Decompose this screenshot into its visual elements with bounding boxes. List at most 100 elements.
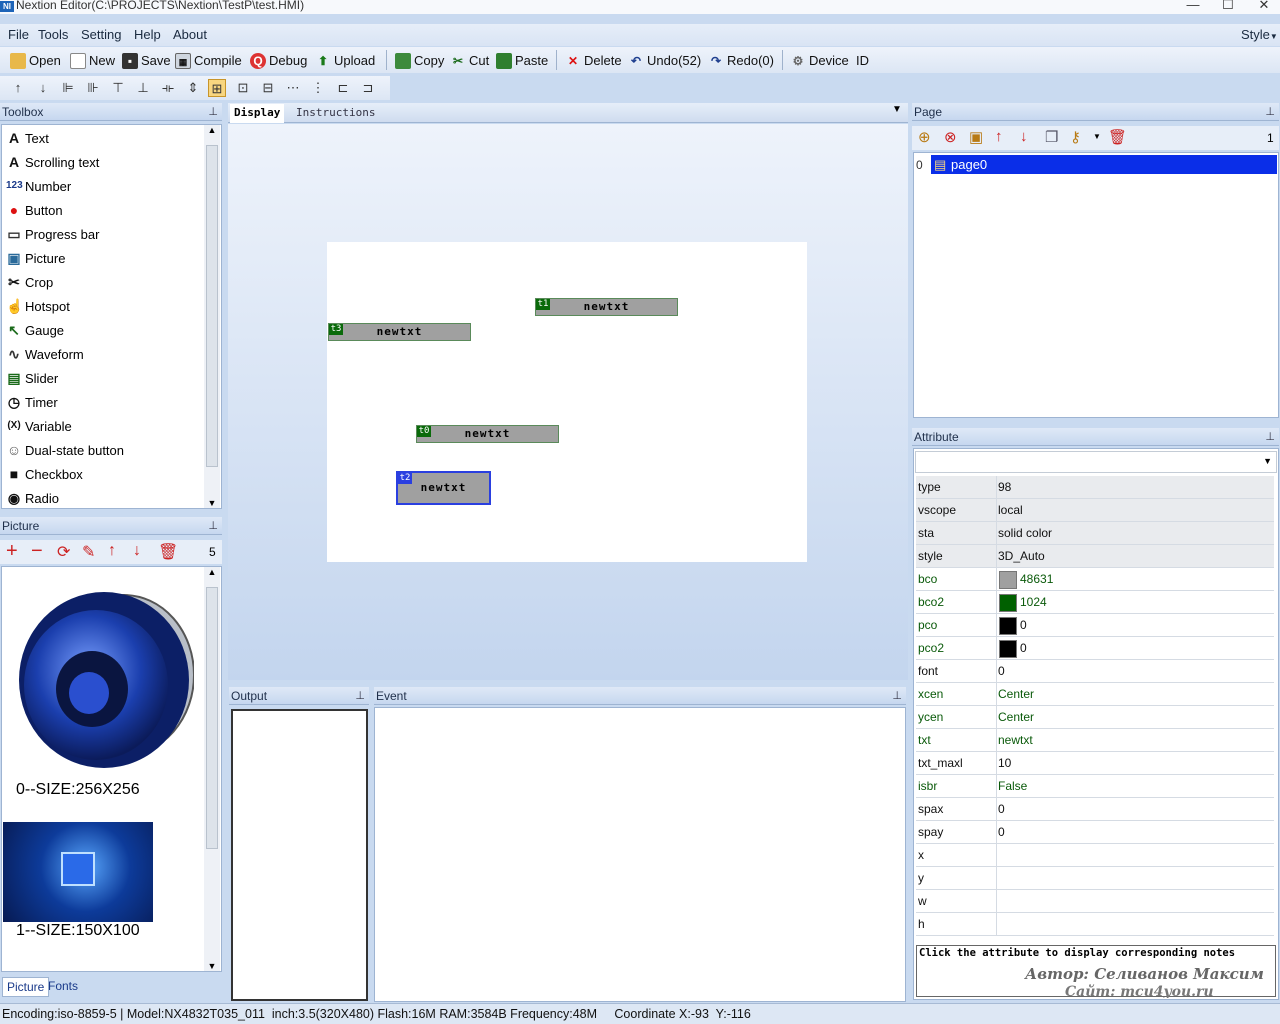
insert-picture-icon[interactable]: ✎ [82,542,95,562]
attribute-value[interactable]: 0 [998,802,1005,816]
undo-button[interactable]: ↶ Undo(52) [628,51,701,70]
attribute-value[interactable]: False [998,779,1027,793]
attribute-value[interactable]: 48631 [1020,572,1053,586]
attribute-row-y[interactable]: y [916,867,1274,890]
attribute-value[interactable]: 98 [998,480,1011,494]
tab-picture[interactable]: Picture [2,977,50,997]
scroll-down-arrow-icon[interactable]: ▼ [204,961,220,971]
menu-about[interactable]: About [173,27,207,42]
import-page-icon[interactable]: ⚷ [1070,128,1081,146]
attribute-value[interactable]: local [998,503,1023,517]
add-picture-icon[interactable]: + [6,540,18,563]
tab-instructions[interactable]: Instructions [292,104,379,123]
move-up-icon[interactable]: ↑ [9,79,27,97]
text-component-t1[interactable]: t1 newtxt [535,298,678,316]
attribute-row-pco2[interactable]: pco2 0 [916,637,1274,660]
text-component-t2-selected[interactable]: t2 newtxt [396,471,491,505]
menu-style[interactable]: Style▼ [1241,27,1278,42]
toolbox-item-crop[interactable]: ✂ Crop [6,271,53,293]
scrollbar-thumb[interactable] [206,145,218,467]
maximize-button[interactable]: ☐ [1213,0,1243,13]
attribute-row-isbr[interactable]: isbr False [916,775,1274,798]
toolbox-item-hotspot[interactable]: ☝ Hotspot [6,295,70,317]
toolbox-item-dual-state-button[interactable]: ☺ Dual-state button [6,439,124,461]
dropdown-arrow-icon[interactable]: ▼ [892,104,902,115]
page-canvas[interactable]: t1 newtxt t3 newtxt t0 newtxt t2 newtxt [327,242,807,562]
tab-display[interactable]: Display [230,104,285,123]
color-swatch[interactable] [999,640,1017,658]
distribute-horizontal-icon[interactable]: ⊏ [334,79,352,97]
event-area[interactable] [374,707,906,1002]
redo-button[interactable]: ↷ Redo(0) [708,51,774,70]
toolbox-item-radio[interactable]: ◉ Radio [6,487,59,509]
attribute-row-style[interactable]: style 3D_Auto [916,545,1274,568]
menu-file[interactable]: File [8,27,29,42]
attribute-value[interactable]: 0 [1020,641,1027,655]
color-swatch[interactable] [999,594,1017,612]
toolbox-item-gauge[interactable]: ↖ Gauge [6,319,64,341]
remove-picture-icon[interactable]: − [31,540,43,563]
new-button[interactable]: New [70,51,115,70]
delete-all-pages-icon[interactable]: 🗑 [1108,128,1127,146]
attribute-value[interactable]: 10 [998,756,1011,770]
same-size-icon[interactable]: ⊞ [208,79,226,97]
paste-button[interactable]: Paste [496,51,548,70]
attribute-row-txt-maxl[interactable]: txt_maxl 10 [916,752,1274,775]
distribute-vertical-icon[interactable]: ⊐ [359,79,377,97]
attribute-value[interactable]: Center [998,710,1034,724]
picture-scrollbar[interactable]: ▲ ▼ [204,567,220,971]
close-button[interactable]: ✕ [1249,0,1279,13]
toolbox-item-button[interactable]: ● Button [6,199,63,221]
attribute-row-sta[interactable]: sta solid color [916,522,1274,545]
picture-thumbnail-speaker[interactable] [4,585,195,775]
move-page-up-icon[interactable]: ↑ [995,128,1003,145]
scroll-up-arrow-icon[interactable]: ▲ [204,125,220,135]
center-horizontal-icon[interactable]: ⟛ [159,79,177,97]
pin-icon[interactable]: ⊥ [208,103,218,121]
same-height-icon[interactable]: ⊟ [259,79,277,97]
align-top-icon[interactable]: ⊤ [109,79,127,97]
open-button[interactable]: Open [10,51,61,70]
delete-button[interactable]: ✕ Delete [565,51,622,70]
toolbox-item-variable[interactable]: (X) Variable [6,415,71,437]
attribute-row-type[interactable]: type 98 [916,476,1274,499]
minimize-button[interactable]: — [1178,0,1208,13]
center-vertical-icon[interactable]: ⇕ [184,79,202,97]
attribute-value[interactable]: 3D_Auto [998,549,1045,563]
debug-button[interactable]: Q Debug [250,51,307,70]
attribute-value[interactable]: 1024 [1020,595,1047,609]
attribute-row-bco2[interactable]: bco2 1024 [916,591,1274,614]
align-left-icon[interactable]: ⊫ [59,79,77,97]
attribute-row-txt[interactable]: txt newtxt [916,729,1274,752]
copy-button[interactable]: Copy [395,51,444,70]
attribute-value[interactable]: solid color [998,526,1052,540]
attribute-value[interactable]: 0 [998,825,1005,839]
insert-page-icon[interactable]: ▣ [969,128,983,146]
toolbox-item-checkbox[interactable]: ■ Checkbox [6,463,83,485]
align-right-icon[interactable]: ⊪ [84,79,102,97]
toolbox-item-timer[interactable]: ◷ Timer [6,391,58,413]
text-component-t0[interactable]: t0 newtxt [416,425,559,443]
scrollbar-thumb[interactable] [206,587,218,849]
menu-help[interactable]: Help [134,27,161,42]
align-bottom-icon[interactable]: ⊥ [134,79,152,97]
page-item-page0[interactable]: ▤ page0 [931,155,1277,174]
move-picture-down-icon[interactable]: ↓ [133,542,141,560]
scroll-down-arrow-icon[interactable]: ▼ [204,498,220,508]
attribute-row-w[interactable]: w [916,890,1274,913]
toolbox-item-text[interactable]: A Text [6,127,49,149]
attribute-row-spay[interactable]: spay 0 [916,821,1274,844]
cut-button[interactable]: ✂ Cut [450,51,489,70]
toolbox-item-slider[interactable]: ▤ Slider [6,367,58,389]
move-down-icon[interactable]: ↓ [34,79,52,97]
save-button[interactable]: ▪ Save [122,51,171,70]
toolbox-item-scrolling-text[interactable]: A Scrolling text [6,151,99,173]
dropdown-arrow-icon[interactable]: ▼ [1093,132,1101,141]
add-page-icon[interactable]: ⊕ [918,128,931,146]
pin-icon[interactable]: ⊥ [208,517,218,535]
attribute-value[interactable]: 0 [1020,618,1027,632]
compile-button[interactable]: ▦ Compile [175,51,242,70]
copy-page-icon[interactable]: ❐ [1045,128,1058,146]
attribute-row-h[interactable]: h [916,913,1274,936]
attribute-row-pco[interactable]: pco 0 [916,614,1274,637]
